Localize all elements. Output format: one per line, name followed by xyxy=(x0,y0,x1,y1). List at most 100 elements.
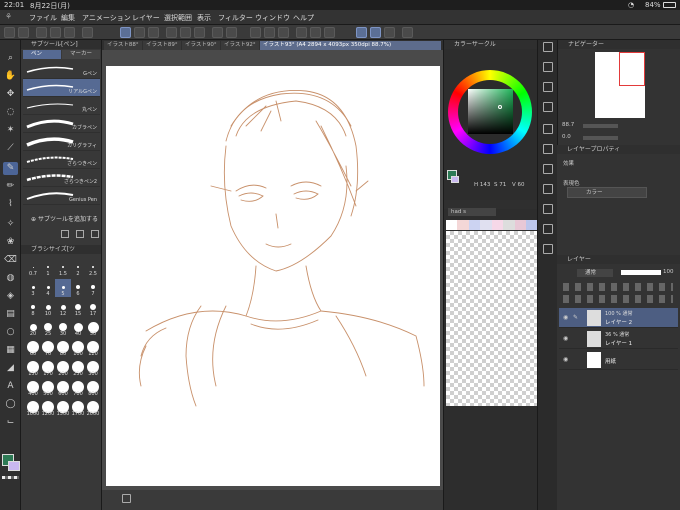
save-icon[interactable] xyxy=(64,27,75,38)
brush-size-option[interactable]: 80 xyxy=(55,339,71,357)
transform-icon[interactable] xyxy=(166,27,177,38)
menu-selection[interactable]: 選択範囲 xyxy=(164,13,192,23)
pen-icon[interactable]: ✎ xyxy=(3,162,18,175)
brush-size-option[interactable]: 2.5 xyxy=(85,259,101,277)
brush-size-option[interactable]: 2000 xyxy=(85,399,101,417)
layer-prop-icon[interactable] xyxy=(543,124,553,134)
info-icon[interactable] xyxy=(543,82,553,92)
brush-size-option[interactable]: 60 xyxy=(25,339,41,357)
tab-illust-88[interactable]: イラスト88° xyxy=(104,41,142,50)
brush-size-option[interactable]: 500 xyxy=(40,379,56,397)
brush-size-option[interactable]: 7 xyxy=(85,279,101,297)
brush-size-option[interactable]: 50 xyxy=(85,319,101,337)
brush-size-option[interactable]: 4 xyxy=(40,279,56,297)
wand-icon[interactable]: ✶ xyxy=(3,124,18,137)
visibility-eye-icon[interactable]: ◉ xyxy=(563,356,568,363)
brush-size-option[interactable]: 0.7 xyxy=(25,259,41,277)
tab-illust-93[interactable]: イラスト93° (A4 2894 x 4093px 350dpi 88.7%) xyxy=(260,41,441,50)
brush-size-option[interactable]: 1200 xyxy=(40,399,56,417)
subtool-settings-icon[interactable] xyxy=(61,230,69,238)
settings-icon[interactable] xyxy=(18,27,29,38)
balloon-icon[interactable]: ◯ xyxy=(3,398,18,411)
open-file-icon[interactable] xyxy=(50,27,61,38)
sub-color-swatch[interactable] xyxy=(8,461,20,471)
brush-size-option[interactable]: 17 xyxy=(85,299,101,317)
fill-icon[interactable] xyxy=(278,27,289,38)
history-icon[interactable] xyxy=(543,144,553,154)
saturation-value-square[interactable] xyxy=(468,89,513,134)
menu-animation[interactable]: アニメーション xyxy=(82,13,131,23)
timeline-icon[interactable] xyxy=(543,224,553,234)
invert-icon[interactable] xyxy=(310,27,321,38)
undo-arrow-icon[interactable] xyxy=(212,27,223,38)
opacity-slider[interactable] xyxy=(621,270,661,275)
brush-size-option[interactable]: 40 xyxy=(70,319,86,337)
color-swatch-row[interactable] xyxy=(446,220,538,230)
tab-marker[interactable]: マーカー xyxy=(62,50,100,59)
copy-subtool-icon[interactable] xyxy=(76,230,84,238)
clear-icon[interactable] xyxy=(264,27,275,38)
app-icon[interactable]: ⚘ xyxy=(5,12,12,21)
drawing-canvas[interactable] xyxy=(106,66,440,486)
layer-tools-row-1[interactable] xyxy=(563,283,673,291)
brush-size-option[interactable]: 8 xyxy=(25,299,41,317)
snap-ruler-icon[interactable] xyxy=(356,27,367,38)
color-set-select[interactable]: had s xyxy=(448,208,496,216)
brush-size-option[interactable]: 800 xyxy=(85,379,101,397)
blend-icon[interactable]: ◍ xyxy=(3,272,18,285)
menu-filter[interactable]: フィルター xyxy=(218,13,253,23)
brush-item-rough-pen-2[interactable]: ざらつきペン2 xyxy=(23,169,100,187)
animation-icon[interactable] xyxy=(543,204,553,214)
brush-item-genius-pen[interactable]: Genius Pen xyxy=(23,187,100,205)
brush-size-option[interactable]: 70 xyxy=(40,339,56,357)
blend-mode-select[interactable]: 通常 xyxy=(577,269,613,277)
brush-size-option[interactable]: 200 xyxy=(55,359,71,377)
correct-line-icon[interactable]: ⌙ xyxy=(3,416,18,429)
brush-size-option[interactable]: 120 xyxy=(85,339,101,357)
brush-size-option[interactable]: 700 xyxy=(70,379,86,397)
brush-size-option[interactable]: 600 xyxy=(55,379,71,397)
express-color-select[interactable]: カラー xyxy=(567,187,647,198)
eyedropper-icon[interactable]: ⟋ xyxy=(3,142,18,155)
layer-row-2[interactable]: ◉ ✎ 100 % 通常 レイヤー 2 xyxy=(559,308,678,328)
figure-icon[interactable]: ○ xyxy=(3,326,18,339)
lasso-select-icon[interactable]: ◌ xyxy=(3,106,18,119)
ruler-icon[interactable]: ◢ xyxy=(3,362,18,375)
decoration-icon[interactable]: ❀ xyxy=(3,236,18,249)
layer-row-1[interactable]: ◉ 36 % 通常 レイヤー 1 xyxy=(559,329,678,349)
material-icon[interactable] xyxy=(543,102,553,112)
brush-size-option[interactable]: 150 xyxy=(25,359,41,377)
zoom-value[interactable]: 88.7 xyxy=(562,122,574,128)
fill-bucket-icon[interactable]: ◈ xyxy=(3,290,18,303)
brush-size-option[interactable]: 25 xyxy=(40,319,56,337)
brush-size-option[interactable]: 10 xyxy=(40,299,56,317)
visibility-eye-icon[interactable]: ◉ xyxy=(563,314,568,321)
brush-item-rough-pen[interactable]: ざらつきペン xyxy=(23,151,100,169)
brush-item-kabura-pen[interactable]: カブラペン xyxy=(23,115,100,133)
lasso-icon[interactable] xyxy=(194,27,205,38)
brush-size-option[interactable]: 1000 xyxy=(25,399,41,417)
brush-size-option[interactable]: 30 xyxy=(55,319,71,337)
empty-swatch-grid[interactable] xyxy=(446,231,538,406)
tab-illust-92[interactable]: イラスト92° xyxy=(221,41,259,50)
brush-size-option[interactable]: 1.5 xyxy=(55,259,71,277)
brush-item-round-pen[interactable]: 丸ペン xyxy=(23,97,100,115)
tab-illust-89[interactable]: イラスト89° xyxy=(143,41,181,50)
eraser-icon[interactable]: ⌫ xyxy=(3,254,18,267)
menu-view[interactable]: 表示 xyxy=(197,13,211,23)
menu-edit[interactable]: 編集 xyxy=(61,13,75,23)
deselect-icon[interactable] xyxy=(250,27,261,38)
brush-size-option[interactable]: 20 xyxy=(25,319,41,337)
brush-size-option[interactable]: 300 xyxy=(85,359,101,377)
menu-window[interactable]: ウィンドウ xyxy=(255,13,290,23)
brush-icon[interactable]: ⌇ xyxy=(3,198,18,211)
brush-item-g-pen[interactable]: Gペン xyxy=(23,61,100,79)
move-icon[interactable]: ✥ xyxy=(3,88,18,101)
subview-icon[interactable] xyxy=(543,62,553,72)
angle-value[interactable]: 0.0 xyxy=(562,134,571,140)
stabilization-icon[interactable] xyxy=(402,27,413,38)
brush-size-option[interactable]: 1500 xyxy=(55,399,71,417)
tab-illust-90[interactable]: イラスト90° xyxy=(182,41,220,50)
zoom-slider[interactable] xyxy=(583,124,618,128)
navigator-icon[interactable] xyxy=(543,42,553,52)
